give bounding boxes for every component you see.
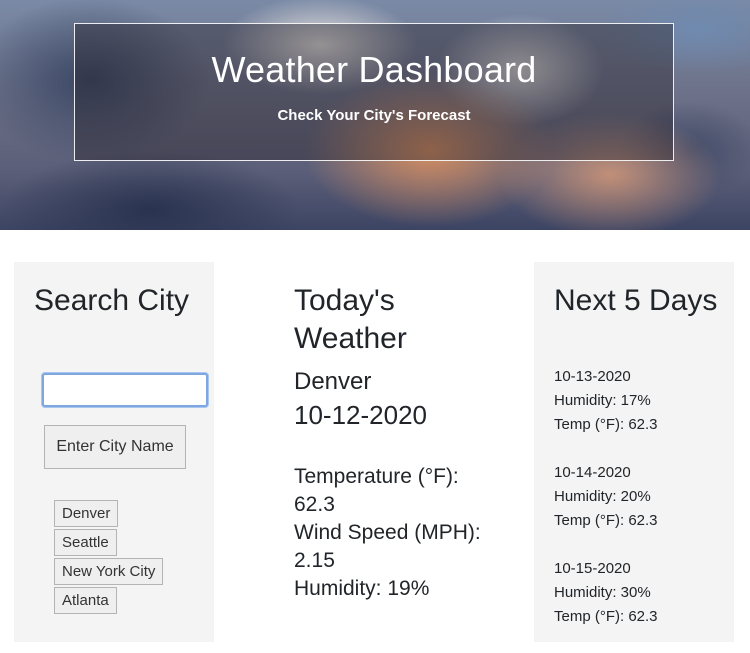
current-temperature: Temperature (°F): 62.3 — [294, 465, 459, 516]
forecast-heading: Next 5 Days — [554, 284, 718, 317]
forecast-humidity: Humidity: 17% — [554, 392, 651, 409]
header-box: Weather Dashboard Check Your City's Fore… — [74, 23, 674, 161]
forecast-humidity: Humidity: 30% — [554, 584, 651, 601]
forecast-date: 10-14-2020 — [554, 464, 631, 481]
page-title: Weather Dashboard — [211, 49, 537, 90]
forecast-panel: Next 5 Days 10-13-2020 Humidity: 17% Tem… — [534, 262, 734, 642]
search-heading: Search City — [34, 284, 190, 317]
current-humidity: Humidity: 19% — [294, 577, 430, 600]
current-city: Denver — [294, 368, 372, 395]
forecast-day: 10-13-2020 Humidity: 17% Temp (°F): 62.3 — [554, 365, 724, 437]
forecast-temp: Temp (°F): 62.3 — [554, 512, 658, 529]
history-button-atlanta[interactable]: Atlanta — [54, 587, 117, 614]
enter-city-button[interactable]: Enter City Name — [44, 425, 186, 469]
hero-banner: Weather Dashboard Check Your City's Fore… — [0, 0, 750, 230]
forecast-date: 10-13-2020 — [554, 368, 631, 385]
city-search-input[interactable] — [42, 373, 208, 407]
current-stats: Temperature (°F): 62.3 Wind Speed (MPH):… — [294, 463, 504, 603]
search-history: Denver Seattle New York City Atlanta — [54, 500, 164, 616]
history-button-denver[interactable]: Denver — [54, 500, 119, 527]
forecast-list: 10-13-2020 Humidity: 17% Temp (°F): 62.3… — [554, 365, 724, 653]
forecast-temp: Temp (°F): 62.3 — [554, 416, 658, 433]
search-panel: Search City Enter City Name Denver Seatt… — [14, 262, 214, 642]
current-date: 10-12-2020 — [294, 400, 427, 430]
today-heading: Today's Weather — [294, 284, 407, 355]
history-button-seattle[interactable]: Seattle — [54, 529, 117, 556]
page-subtitle: Check Your City's Forecast — [277, 107, 471, 124]
history-button-new-york-city[interactable]: New York City — [54, 558, 164, 585]
forecast-day: 10-15-2020 Humidity: 30% Temp (°F): 62.3 — [554, 557, 724, 629]
forecast-date: 10-15-2020 — [554, 560, 631, 577]
forecast-humidity: Humidity: 20% — [554, 488, 651, 505]
forecast-temp: Temp (°F): 62.3 — [554, 608, 658, 625]
forecast-day: 10-14-2020 Humidity: 20% Temp (°F): 62.3 — [554, 461, 724, 533]
today-panel: Today's Weather Denver 10-12-2020 Temper… — [294, 262, 504, 642]
current-wind-speed: Wind Speed (MPH): 2.15 — [294, 521, 481, 572]
